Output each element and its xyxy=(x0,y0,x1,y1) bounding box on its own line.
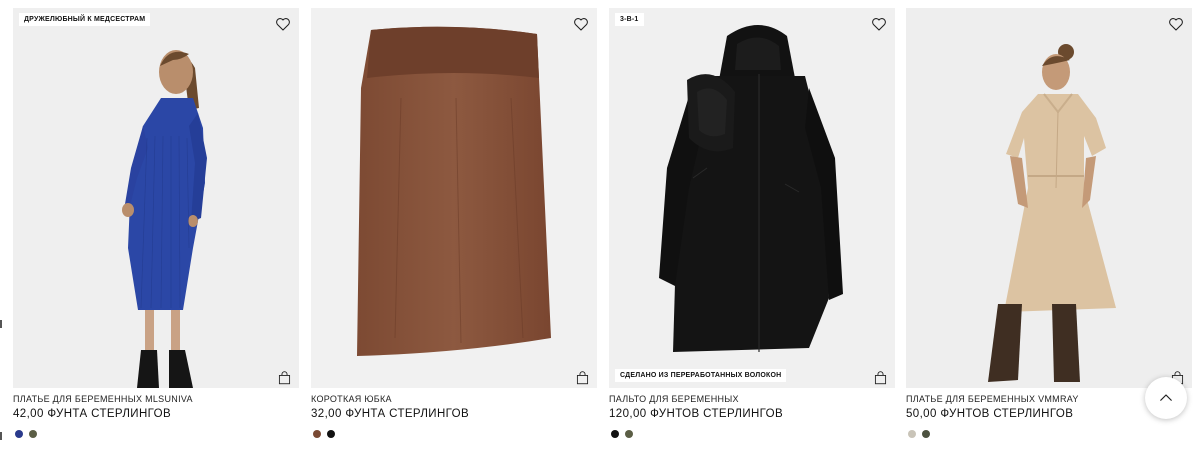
product-price: 42,00 ФУНТА СТЕРЛИНГОВ xyxy=(13,408,172,420)
product-photo xyxy=(122,50,207,388)
color-swatch-black[interactable] xyxy=(327,430,335,438)
heart-icon[interactable] xyxy=(871,16,887,32)
product-title[interactable]: ПЛАТЬЕ ДЛЯ БЕРЕМЕННЫХ VMMRAY xyxy=(906,394,1079,404)
color-swatch-olive[interactable] xyxy=(29,430,37,438)
product-card[interactable]: ДРУЖЕЛЮБНЫЙ К МЕДСЕСТРАМ ПЛАТЬЕ ДЛЯ БЕРЕ… xyxy=(13,0,299,449)
color-swatches xyxy=(908,430,930,440)
product-title[interactable]: КОРОТКАЯ ЮБКА xyxy=(311,394,392,404)
color-swatches xyxy=(611,430,633,440)
product-grid: ДРУЖЕЛЮБНЫЙ К МЕДСЕСТРАМ ПЛАТЬЕ ДЛЯ БЕРЕ… xyxy=(0,0,1200,449)
left-edge-marker xyxy=(0,320,2,328)
product-title[interactable]: ПАЛЬТО ДЛЯ БЕРЕМЕННЫХ xyxy=(609,394,739,404)
color-swatch-olive[interactable] xyxy=(625,430,633,438)
product-price: 50,00 ФУНТОВ СТЕРЛИНГОВ xyxy=(906,408,1074,420)
product-card[interactable]: 3-В-1 СДЕЛАНО ИЗ ПЕРЕРАБОТАННЫХ ВОЛОКОН … xyxy=(609,0,895,449)
color-swatches xyxy=(15,430,37,440)
product-price: 32,00 ФУНТА СТЕРЛИНГОВ xyxy=(311,408,470,420)
shopping-bag-icon[interactable] xyxy=(278,371,291,385)
chevron-up-icon xyxy=(1160,394,1172,401)
color-swatches xyxy=(313,430,335,440)
nursing-friendly-badge: ДРУЖЕЛЮБНЫЙ К МЕДСЕСТРАМ xyxy=(19,13,151,26)
left-edge-marker xyxy=(0,432,2,440)
color-swatch-blue[interactable] xyxy=(15,430,23,438)
color-swatch-brown[interactable] xyxy=(313,430,321,438)
product-price: 120,00 ФУНТОВ СТЕРЛИНГОВ xyxy=(609,408,784,420)
shopping-bag-icon[interactable] xyxy=(576,371,589,385)
product-image[interactable] xyxy=(906,8,1192,388)
product-image[interactable]: 3-В-1 СДЕЛАНО ИЗ ПЕРЕРАБОТАННЫХ ВОЛОКОН xyxy=(609,8,895,388)
product-image[interactable]: ДРУЖЕЛЮБНЫЙ К МЕДСЕСТРАМ xyxy=(13,8,299,388)
shopping-bag-icon[interactable] xyxy=(874,371,887,385)
product-photo xyxy=(357,26,551,357)
product-card[interactable]: ПЛАТЬЕ ДЛЯ БЕРЕМЕННЫХ VMMRAY 50,00 ФУНТО… xyxy=(906,0,1192,449)
color-swatch-olive[interactable] xyxy=(922,430,930,438)
scroll-to-top-button[interactable] xyxy=(1145,377,1187,419)
product-image[interactable] xyxy=(311,8,597,388)
heart-icon[interactable] xyxy=(1168,16,1184,32)
product-card[interactable]: КОРОТКАЯ ЮБКА 32,00 ФУНТА СТЕРЛИНГОВ xyxy=(311,0,597,449)
recycled-fibres-badge: СДЕЛАНО ИЗ ПЕРЕРАБОТАННЫХ ВОЛОКОН xyxy=(615,369,787,382)
three-in-one-badge: 3-В-1 xyxy=(615,13,644,26)
color-swatch-black[interactable] xyxy=(611,430,619,438)
product-title[interactable]: ПЛАТЬЕ ДЛЯ БЕРЕМЕННЫХ MLSUNIVA xyxy=(13,394,193,404)
heart-icon[interactable] xyxy=(275,16,291,32)
product-photo xyxy=(659,25,843,352)
color-swatch-beige[interactable] xyxy=(908,430,916,438)
product-photo xyxy=(988,44,1116,382)
heart-icon[interactable] xyxy=(573,16,589,32)
